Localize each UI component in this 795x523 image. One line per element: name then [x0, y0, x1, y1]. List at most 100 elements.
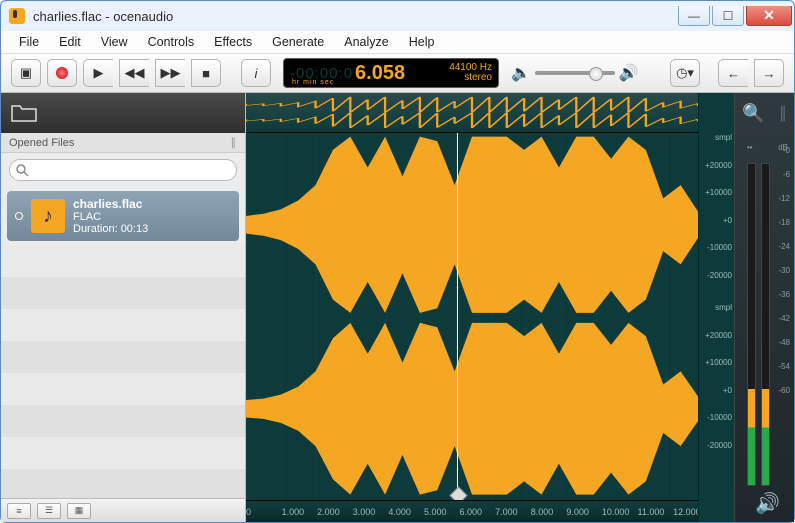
scale-tick: smpl — [715, 133, 732, 142]
stop-button[interactable]: ■ — [191, 59, 221, 87]
scale-tick: -20000 — [707, 271, 732, 280]
scale-tick: +20000 — [705, 331, 732, 340]
view-list-button[interactable]: ≡ — [7, 503, 31, 519]
meter-tick: -12 — [778, 187, 790, 211]
view-detail-button[interactable]: ☰ — [37, 503, 61, 519]
ruler-tick: 2.000 — [317, 507, 340, 517]
forward-button[interactable]: ▶▶ — [155, 59, 185, 87]
minimize-button[interactable]: — — [678, 6, 710, 26]
ruler-tick: 9.000 — [566, 507, 589, 517]
search-icon — [15, 163, 29, 177]
nav-back-button[interactable]: ← — [718, 59, 748, 87]
menubar: FileEditViewControlsEffectsGenerateAnaly… — [1, 31, 794, 53]
channel-left[interactable] — [246, 133, 698, 317]
menu-help[interactable]: Help — [401, 33, 443, 51]
meter-tick: -18 — [778, 211, 790, 235]
scale-tick: +10000 — [705, 358, 732, 367]
ruler-tick: 5.000 — [424, 507, 447, 517]
menu-effects[interactable]: Effects — [206, 33, 260, 51]
ruler-tick: 6.000 — [460, 507, 483, 517]
active-indicator-icon — [15, 212, 23, 220]
app-icon — [9, 8, 25, 24]
scale-tick: -10000 — [707, 243, 732, 252]
record-icon — [56, 67, 68, 79]
sidebar-filler — [1, 245, 245, 498]
scale-tick: -20000 — [707, 441, 732, 450]
scale-tick: +0 — [723, 386, 732, 395]
meter-left-header: •• — [747, 143, 753, 152]
ruler-tick: 11.000 — [637, 507, 664, 517]
info-button[interactable]: i — [241, 59, 271, 87]
speaker-icon[interactable]: 🔊 — [755, 491, 780, 516]
toolbar: ▣ ▶ ◀◀ ▶▶ ■ i -00:00:0 6.058 hr min sec … — [1, 53, 794, 93]
sidebar-top[interactable] — [1, 93, 245, 133]
menu-controls[interactable]: Controls — [140, 33, 203, 51]
meter-tick: -42 — [778, 307, 790, 331]
sidebar-grip-icon[interactable]: ∥ — [231, 136, 238, 149]
scale-tick: +10000 — [705, 188, 732, 197]
ruler-tick: 4.000 — [388, 507, 411, 517]
record-button[interactable] — [47, 59, 77, 87]
play-button[interactable]: ▶ — [83, 59, 113, 87]
counter-pos: 6.058 — [355, 62, 405, 85]
ruler-tick: 12.000 — [673, 507, 701, 517]
window-title: charlies.flac - ocenaudio — [33, 9, 678, 24]
time-ruler[interactable]: 0 1.000 2.000 3.000 4.000 5.000 6.000 7.000 8.00… — [246, 500, 698, 522]
folder-icon — [11, 103, 37, 123]
meter-tick: -54 — [778, 355, 790, 379]
ruler-tick: 0 — [246, 507, 251, 517]
menu-file[interactable]: File — [11, 33, 47, 51]
ruler-tick: 10.000 — [602, 507, 630, 517]
goto-start-button[interactable]: ▣ — [11, 59, 41, 87]
view-grid-button[interactable]: ▦ — [67, 503, 91, 519]
file-duration: Duration: 00:13 — [73, 223, 148, 235]
ruler-tick: 3.000 — [353, 507, 376, 517]
channel-right[interactable] — [246, 317, 698, 501]
search-input[interactable] — [9, 159, 237, 181]
menu-analyze[interactable]: Analyze — [336, 33, 396, 51]
zoom-grip-icon[interactable]: ∥ — [779, 103, 787, 123]
ruler-tick: 7.000 — [495, 507, 518, 517]
ruler-tick: 1.000 — [282, 507, 305, 517]
level-meter-right — [761, 163, 770, 486]
meter-panel: 🔍 ∥ •• dB -0-6-12-18-24-30-36-42-48-54-6… — [734, 93, 794, 522]
menu-view[interactable]: View — [93, 33, 136, 51]
zoom-in-icon[interactable]: 🔍 — [742, 103, 764, 124]
menu-generate[interactable]: Generate — [264, 33, 332, 51]
meter-tick: -30 — [778, 259, 790, 283]
history-button[interactable]: ◷▾ — [670, 59, 700, 87]
file-name: charlies.flac — [73, 197, 148, 211]
scale-tick: smpl — [715, 303, 732, 312]
volume-low-icon: 🔈 — [511, 63, 531, 83]
rewind-button[interactable]: ◀◀ — [119, 59, 149, 87]
counter-mode: stereo — [449, 73, 492, 83]
level-meter-left — [747, 163, 756, 486]
file-codec: FLAC — [73, 211, 148, 223]
waveform-area[interactable]: 0 1.000 2.000 3.000 4.000 5.000 6.000 7.000 8.00… — [246, 93, 698, 522]
nav-forward-button[interactable]: → — [754, 59, 784, 87]
scale-tick: +20000 — [705, 161, 732, 170]
volume-high-icon: 🔊 — [619, 63, 639, 83]
amplitude-scale: smpl +20000 +10000 +0 -10000 -20000 smpl +20000… — [698, 93, 734, 522]
titlebar: charlies.flac - ocenaudio — ☐ ✕ — [1, 1, 794, 31]
counter-units: hr min sec — [292, 79, 334, 86]
volume-slider[interactable] — [535, 71, 615, 75]
file-item[interactable]: ♪ charlies.flac FLAC Duration: 00:13 — [7, 191, 239, 241]
file-thumb-icon: ♪ — [31, 199, 65, 233]
sidebar-header: Opened Files ∥ — [1, 133, 245, 153]
maximize-button[interactable]: ☐ — [712, 6, 744, 26]
volume-control[interactable]: 🔈 🔊 — [511, 63, 639, 83]
close-button[interactable]: ✕ — [746, 6, 792, 26]
scale-tick: +0 — [723, 216, 732, 225]
meter-tick: -48 — [778, 331, 790, 355]
menu-edit[interactable]: Edit — [51, 33, 89, 51]
sidebar-bottom: ≡ ☰ ▦ — [1, 498, 245, 522]
time-counter[interactable]: -00:00:0 6.058 hr min sec 44100 Hz stere… — [283, 58, 499, 88]
sidebar: Opened Files ∥ ♪ charlies.flac FLAC Dura… — [1, 93, 246, 522]
ruler-tick: 8.000 — [531, 507, 554, 517]
scale-tick: -10000 — [707, 413, 732, 422]
playhead[interactable] — [457, 133, 458, 500]
meter-tick: -36 — [778, 283, 790, 307]
overview-waveform[interactable] — [246, 93, 698, 133]
meter-tick: -6 — [778, 163, 790, 187]
